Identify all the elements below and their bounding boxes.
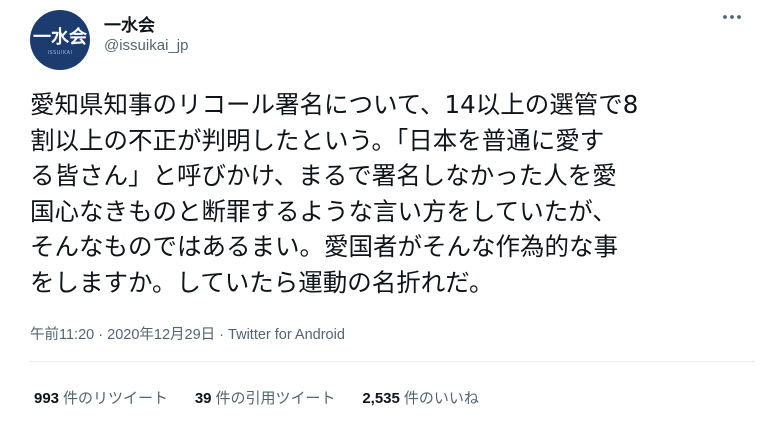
retweets-stat[interactable]: 993 件のリツイート bbox=[34, 387, 168, 408]
avatar-logo-text: 一水会 bbox=[33, 27, 87, 48]
tweet-card: 一水会 ISSUIKAI 一水会 @issuikai_jp 愛知県知事のリコール… bbox=[0, 0, 770, 422]
tweet-date[interactable]: 2020年12月29日 bbox=[107, 327, 215, 343]
retweets-count: 993 bbox=[34, 390, 60, 407]
tweet-stats: 993 件のリツイート 39 件の引用ツイート 2,535 件のいいね bbox=[34, 387, 501, 408]
meta-separator: · bbox=[219, 327, 225, 343]
meta-separator: · bbox=[98, 327, 104, 343]
likes-count: 2,535 bbox=[362, 390, 400, 407]
avatar-logo-subtext: ISSUIKAI bbox=[47, 50, 73, 56]
likes-label: 件のいいね bbox=[403, 389, 479, 407]
tweet-time[interactable]: 午前11:20 bbox=[30, 327, 94, 343]
likes-stat[interactable]: 2,535 件のいいね bbox=[362, 387, 479, 408]
avatar[interactable]: 一水会 ISSUIKAI bbox=[30, 10, 90, 70]
tweet-metadata: 午前11:20 · 2020年12月29日 · Twitter for Andr… bbox=[30, 323, 345, 344]
more-options-icon[interactable] bbox=[714, 6, 750, 36]
author-display-name[interactable]: 一水会 bbox=[104, 11, 155, 36]
quotes-stat[interactable]: 39 件の引用ツイート bbox=[195, 387, 336, 408]
tweet-source[interactable]: Twitter for Android bbox=[228, 327, 345, 343]
divider bbox=[30, 361, 755, 362]
retweets-label: 件のリツイート bbox=[63, 389, 169, 407]
quotes-label: 件の引用ツイート bbox=[215, 389, 336, 407]
author-handle[interactable]: @issuikai_jp bbox=[104, 37, 188, 54]
quotes-count: 39 bbox=[194, 390, 212, 407]
tweet-text: 愛知県知事のリコール署名について、14以上の選管で8 割以上の不正が判明したとい… bbox=[30, 90, 639, 297]
more-options-icon-glyph bbox=[723, 15, 741, 19]
